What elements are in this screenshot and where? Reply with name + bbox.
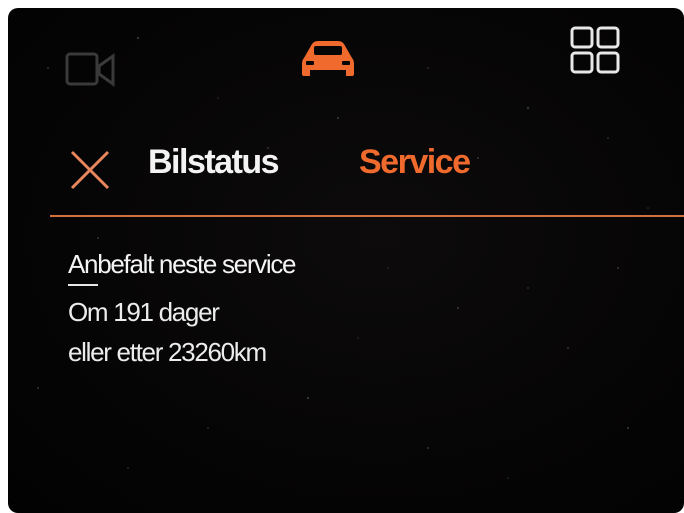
tab-service[interactable]: Service	[359, 143, 471, 182]
tab-bilstatus[interactable]: Bilstatus	[148, 143, 280, 182]
app-grid-icon[interactable]	[568, 26, 624, 76]
camera-icon[interactable]	[63, 48, 123, 92]
tab-row: Bilstatus Service	[8, 133, 684, 213]
tab-divider	[50, 215, 684, 217]
service-days-remaining: Om 191 dager	[68, 297, 220, 327]
car-icon[interactable]	[298, 36, 358, 80]
heading-underline	[68, 284, 98, 286]
top-bar	[8, 8, 684, 108]
car-display-screen: Bilstatus Service Anbefalt neste service…	[8, 8, 684, 513]
service-distance-remaining: eller etter 23260km	[68, 337, 267, 367]
service-heading: Anbefalt neste service	[68, 249, 297, 279]
close-icon[interactable]	[68, 148, 112, 192]
service-panel: Anbefalt neste service Om 191 dager elle…	[68, 248, 568, 372]
